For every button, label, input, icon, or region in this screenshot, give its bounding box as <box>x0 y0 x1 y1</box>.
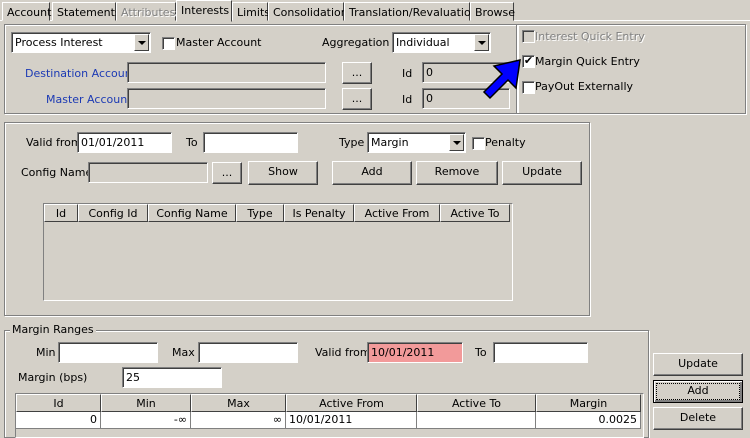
master-account-checkbox[interactable] <box>162 37 175 50</box>
interest-quick-entry-label: Interest Quick Entry <box>535 30 645 43</box>
config-valid-from-field[interactable]: 01/01/2011 <box>77 132 172 153</box>
penalty-label: Penalty <box>485 136 526 149</box>
aggregation-value: Individual <box>396 36 450 49</box>
master-id-label: Id <box>402 93 413 106</box>
margin-add-button[interactable]: Add <box>653 380 743 403</box>
payout-externally-label: PayOut Externally <box>535 80 634 93</box>
tab-consolidation[interactable]: Consolidation <box>268 2 348 21</box>
pointer-arrow-icon <box>482 59 521 100</box>
dest-id-label: Id <box>402 67 413 80</box>
margin-ranges-title: Margin Ranges <box>10 323 96 337</box>
col-active-to[interactable]: Active To <box>417 394 536 412</box>
tab-translation-revaluation[interactable]: Translation/Revaluation <box>344 2 478 21</box>
margin-valid-from-label: Valid from <box>315 346 371 359</box>
config-update-button[interactable]: Update <box>502 161 582 185</box>
col-is-penalty[interactable]: Is Penalty <box>284 204 354 222</box>
aggregation-combo[interactable]: Individual <box>392 32 491 53</box>
tab-attributes[interactable]: Attributes <box>116 2 176 21</box>
col-id[interactable]: Id <box>44 204 78 222</box>
margin-valid-from-field[interactable]: 10/01/2011 <box>367 342 463 363</box>
show-button[interactable]: Show <box>248 161 318 185</box>
tab-account[interactable]: Account <box>2 2 51 21</box>
tab-statements[interactable]: Statements <box>52 2 121 21</box>
master-account-check-label: Master Account <box>176 36 262 49</box>
margin-to-label: To <box>475 346 487 359</box>
max-field[interactable] <box>198 342 298 363</box>
table-cell-max[interactable]: ∞ <box>191 412 286 429</box>
col-active-from[interactable]: Active From <box>354 204 440 222</box>
tab-limits[interactable]: Limits <box>232 2 270 21</box>
col-max[interactable]: Max <box>191 394 286 412</box>
min-label: Min <box>36 346 56 359</box>
config-table[interactable]: Id Config Id Config Name Type Is Penalty… <box>43 203 513 301</box>
chevron-down-icon[interactable] <box>449 134 464 151</box>
config-name-label: Config Name <box>21 166 93 179</box>
interest-quick-entry-checkbox[interactable] <box>522 30 535 43</box>
col-min[interactable]: Min <box>101 394 191 412</box>
table-cell-active-to[interactable] <box>417 412 536 429</box>
tab-interests[interactable]: Interests <box>176 0 232 22</box>
col-type[interactable]: Type <box>236 204 284 222</box>
penalty-checkbox[interactable] <box>472 137 485 150</box>
margin-bps-field[interactable]: 25 <box>122 367 222 388</box>
config-valid-from-label: Valid from <box>26 136 82 149</box>
config-to-label: To <box>186 136 198 149</box>
aggregation-label: Aggregation <box>322 36 390 49</box>
col-config-id[interactable]: Config Id <box>78 204 148 222</box>
col-margin[interactable]: Margin <box>536 394 641 412</box>
master-browse-button[interactable]: ... <box>342 88 372 110</box>
process-interest-value: Process Interest <box>15 36 103 49</box>
tab-browse[interactable]: Browse <box>470 2 515 21</box>
col-active-to[interactable]: Active To <box>440 204 510 222</box>
config-to-field[interactable] <box>203 132 298 153</box>
margin-update-button[interactable]: Update <box>653 353 743 376</box>
config-remove-button[interactable]: Remove <box>416 161 498 185</box>
max-label: Max <box>172 346 195 359</box>
type-value: Margin <box>371 136 409 149</box>
margin-bps-label: Margin (bps) <box>18 371 88 384</box>
col-id[interactable]: Id <box>16 394 101 412</box>
destination-browse-button[interactable]: ... <box>342 62 372 84</box>
config-add-button[interactable]: Add <box>332 161 412 185</box>
table-cell-margin[interactable]: 0.0025 <box>536 412 641 429</box>
margin-table[interactable]: Id Min Max Active From Active To Margin … <box>15 393 644 438</box>
destination-account-label: Destination Account <box>25 67 137 80</box>
chevron-down-icon[interactable] <box>134 34 149 51</box>
margin-quick-entry-label: Margin Quick Entry <box>535 55 640 68</box>
config-browse-button[interactable]: ... <box>212 162 242 184</box>
col-config-name[interactable]: Config Name <box>148 204 236 222</box>
min-field[interactable] <box>58 342 158 363</box>
chevron-down-icon[interactable] <box>474 34 489 51</box>
config-name-field[interactable] <box>88 162 208 183</box>
margin-delete-button[interactable]: Delete <box>653 407 743 430</box>
table-cell-id[interactable]: 0 <box>16 412 101 429</box>
master-account-label: Master Account <box>46 93 132 106</box>
type-combo[interactable]: Margin <box>367 132 466 153</box>
table-cell-min[interactable]: -∞ <box>101 412 191 429</box>
process-interest-combo[interactable]: Process Interest <box>11 32 151 53</box>
table-cell-active-from[interactable]: 10/01/2011 <box>286 412 417 429</box>
destination-account-field[interactable] <box>127 62 326 83</box>
type-label: Type <box>339 136 365 149</box>
master-account-field[interactable] <box>127 88 326 109</box>
col-active-from[interactable]: Active From <box>286 394 417 412</box>
margin-to-field[interactable] <box>493 342 588 363</box>
